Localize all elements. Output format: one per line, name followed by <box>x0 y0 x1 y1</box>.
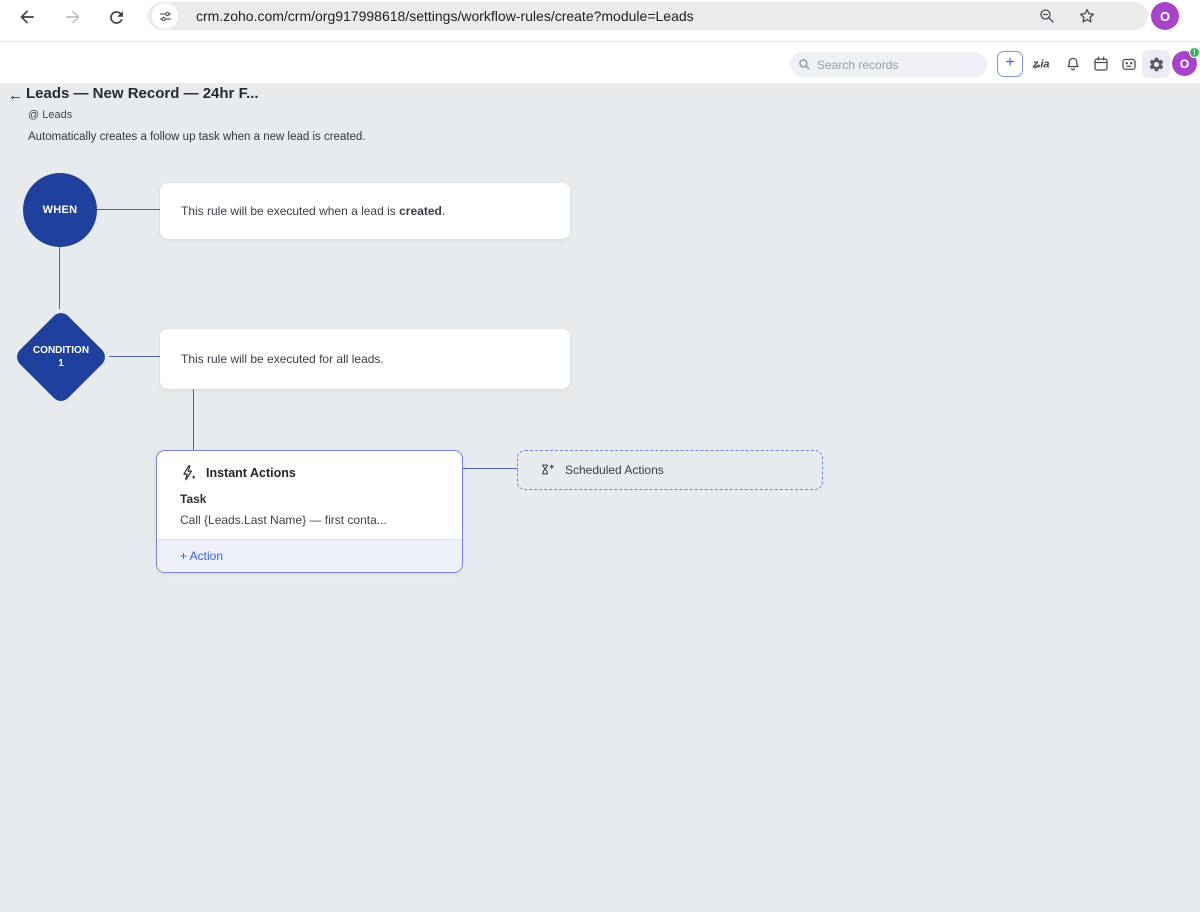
condition-label: CONDITION 1 <box>32 345 90 369</box>
page-title: Leads — New Record — 24hr F... <box>26 85 259 102</box>
instant-action-type: Task <box>180 492 207 506</box>
page-back-arrow[interactable]: ← <box>8 87 23 104</box>
bot-assistant-icon[interactable] <box>1118 53 1140 75</box>
instant-action-item[interactable]: Call {Leads.Last Name} — first conta... <box>180 513 387 527</box>
when-rule-text: This rule will be executed when a lead i… <box>181 204 446 218</box>
svg-text:ʑia: ʑia <box>1032 59 1050 71</box>
tune-icon <box>158 9 173 24</box>
browser-profile-avatar[interactable]: O <box>1151 2 1179 30</box>
site-info-button[interactable] <box>152 3 178 29</box>
forward-arrow-icon <box>63 7 83 27</box>
scheduled-actions-box[interactable]: Scheduled Actions <box>517 450 823 490</box>
connector-rule-to-instant <box>193 389 194 450</box>
settings-gear-button[interactable] <box>1142 50 1170 78</box>
calendar-icon[interactable] <box>1090 53 1112 75</box>
notification-badge: ! <box>1189 47 1200 58</box>
condition-rule-box[interactable]: This rule will be executed for all leads… <box>160 329 570 389</box>
notifications-bell-icon[interactable] <box>1062 53 1084 75</box>
when-rule-box[interactable]: This rule will be executed when a lead i… <box>160 183 570 239</box>
module-label: @ Leads <box>28 109 73 121</box>
zoom-out-icon[interactable] <box>1038 7 1056 25</box>
global-search[interactable] <box>790 52 987 77</box>
rule-description: Automatically creates a follow up task w… <box>28 131 366 143</box>
hourglass-plus-icon <box>538 462 555 479</box>
quick-create-button[interactable]: + <box>997 51 1023 77</box>
condition-rule-text: This rule will be executed for all leads… <box>181 352 384 366</box>
add-action-footer[interactable]: + Action <box>157 539 462 572</box>
instant-actions-header: Instant Actions <box>179 464 296 482</box>
avatar-initial: O <box>1179 56 1190 71</box>
connector-when-to-rule <box>97 209 160 210</box>
lightning-plus-icon <box>179 464 197 482</box>
gear-icon <box>1148 56 1165 73</box>
instant-actions-box[interactable]: Instant Actions Task Call {Leads.Last Na… <box>156 450 463 573</box>
browser-reload-button[interactable] <box>105 6 127 28</box>
browser-toolbar: crm.zoho.com/crm/org917998618/settings/w… <box>0 0 1200 42</box>
connector-when-to-condition <box>59 247 60 309</box>
reload-icon <box>107 8 126 27</box>
when-label: WHEN <box>42 204 78 216</box>
search-icon <box>798 58 811 71</box>
connector-condition-to-rule <box>109 356 160 357</box>
bookmark-star-icon[interactable] <box>1078 7 1096 25</box>
address-bar[interactable]: crm.zoho.com/crm/org917998618/settings/w… <box>148 2 1148 30</box>
url-text[interactable]: crm.zoho.com/crm/org917998618/settings/w… <box>196 2 694 30</box>
zia-icon[interactable]: ʑia <box>1032 53 1054 75</box>
connector-instant-to-scheduled <box>463 468 517 469</box>
search-input[interactable] <box>817 57 967 72</box>
instant-actions-title: Instant Actions <box>206 466 296 480</box>
browser-forward-button[interactable] <box>62 6 84 28</box>
add-action-button[interactable]: + Action <box>180 549 223 563</box>
scheduled-actions-title: Scheduled Actions <box>565 463 664 477</box>
when-node[interactable]: WHEN <box>23 173 97 247</box>
crm-header: + ʑia O ! <box>0 42 1200 84</box>
workflow-canvas: ← Leads — New Record — 24hr F... @ Leads… <box>0 84 1200 912</box>
browser-back-button[interactable] <box>16 6 38 28</box>
condition-node[interactable]: CONDITION 1 <box>12 308 110 406</box>
back-arrow-icon <box>17 7 37 27</box>
crm-profile-avatar[interactable]: O ! <box>1172 47 1200 76</box>
